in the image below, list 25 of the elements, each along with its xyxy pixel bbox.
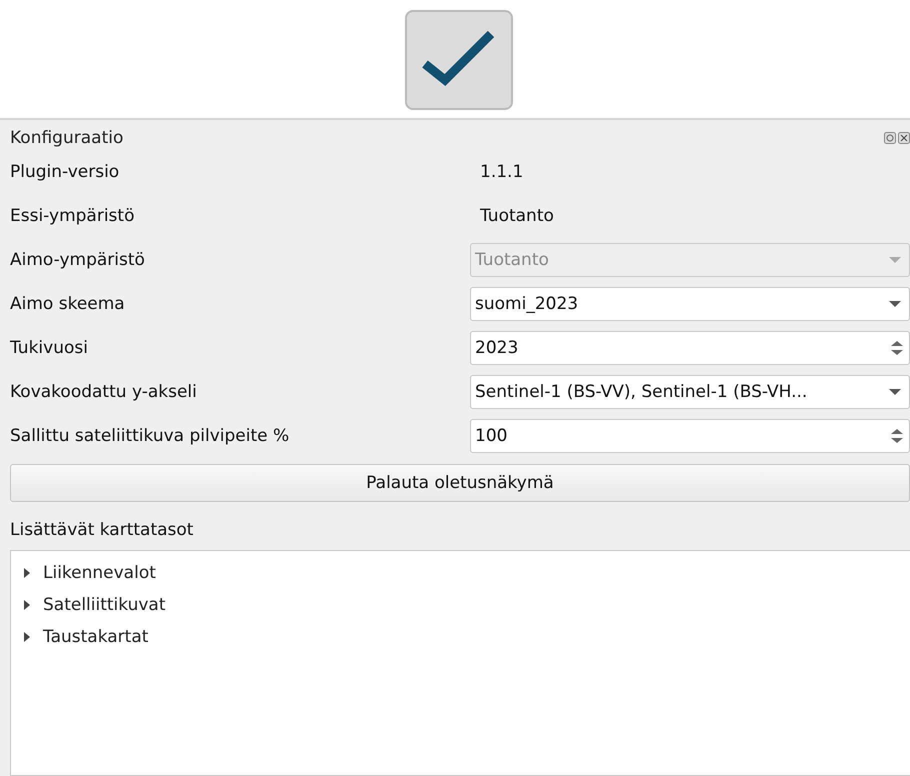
tree-item[interactable]: Taustakartat (43, 627, 148, 647)
field-label: Tukivuosi (10, 338, 89, 358)
field-label: Kovakoodattu y-akseli (10, 382, 198, 402)
tree-item[interactable]: Liikennevalot (43, 563, 156, 583)
expand-arrow-icon[interactable] (23, 568, 31, 578)
field-label: Aimo skeema (10, 294, 126, 314)
expand-arrow-icon[interactable] (23, 632, 31, 642)
field-label: Essi-ympäristö (10, 206, 136, 226)
section-label: Lisättävät karttatasot (10, 520, 194, 540)
expand-arrow-icon[interactable] (23, 600, 31, 610)
dropdown[interactable]: Sentinel-1 (BS-VV), Sentinel-1 (BS-VH... (470, 375, 910, 409)
close-icon[interactable] (898, 132, 910, 144)
spin-box[interactable]: 100 (470, 419, 910, 453)
tree-item[interactable]: Satelliittikuvat (43, 595, 166, 615)
field-value: Tuotanto (479, 206, 555, 226)
field-label: Sallittu sateliittikuva pilvipeite % (10, 426, 290, 446)
spin-box[interactable]: 2023 (470, 331, 910, 365)
panel-title: Konfiguraatio (10, 128, 124, 148)
float-icon[interactable] (884, 132, 896, 144)
reset-view-button[interactable]: Palauta oletusnäkymä (10, 464, 910, 502)
field-label: Aimo-ympäristö (10, 250, 146, 270)
confirm-button[interactable] (405, 10, 513, 110)
dropdown[interactable]: suomi_2023 (470, 287, 910, 321)
field-label: Plugin-versio (10, 162, 120, 182)
field-value: 1.1.1 (479, 162, 524, 182)
